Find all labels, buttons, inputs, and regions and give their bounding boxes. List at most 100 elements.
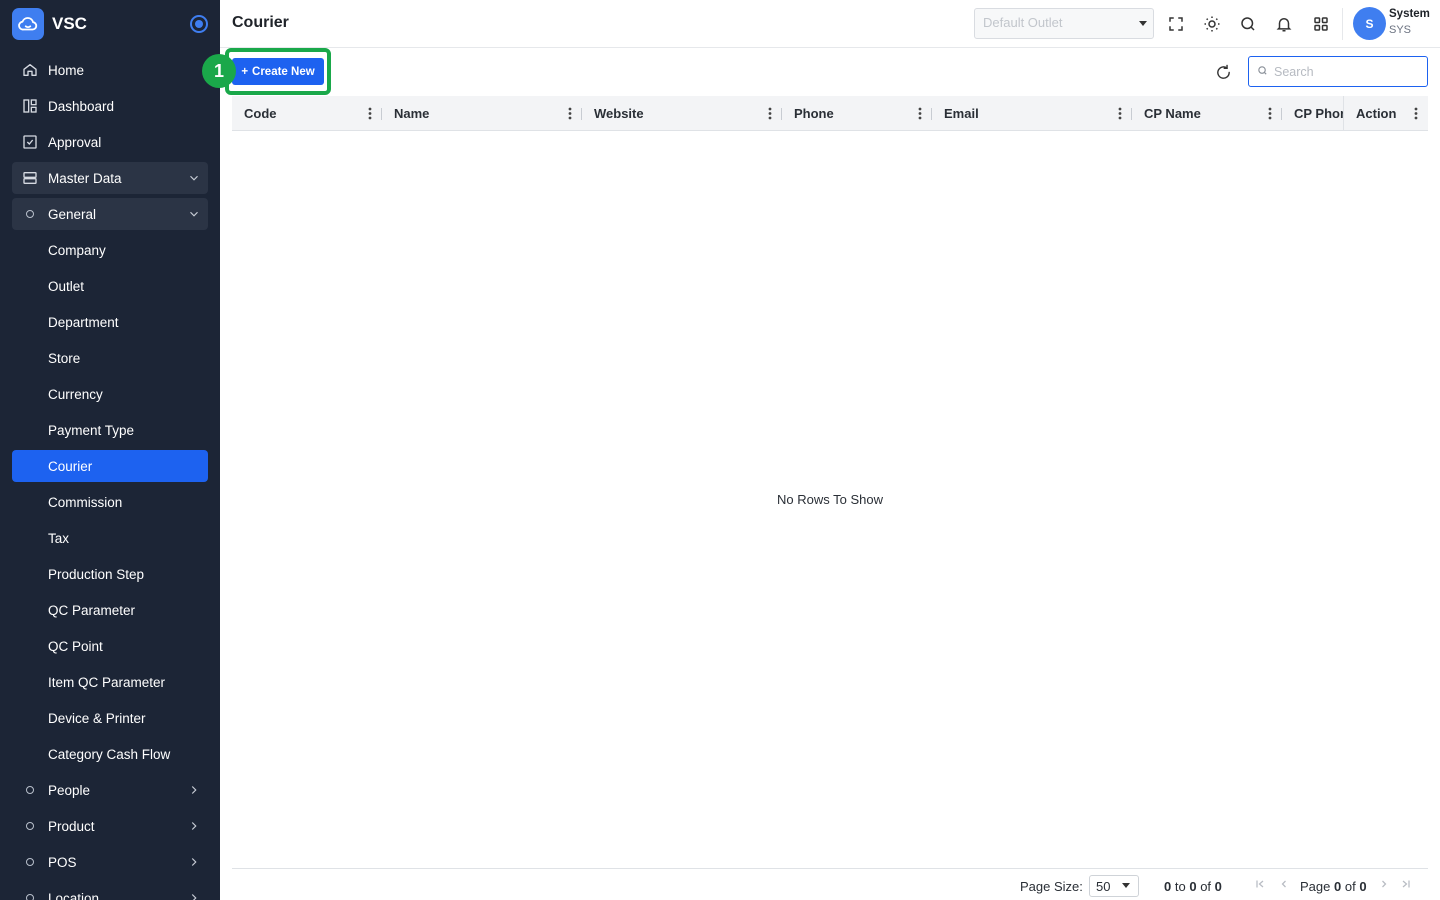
column-header-cp-name[interactable]: CP Name — [1132, 96, 1282, 130]
sidebar-item-label: Currency — [48, 386, 103, 402]
sidebar-toggle-icon[interactable] — [190, 15, 208, 33]
circle-icon — [12, 786, 48, 794]
outlet-select[interactable]: Default Outlet — [974, 8, 1154, 39]
search-input[interactable] — [1274, 64, 1414, 79]
sidebar-item-company[interactable]: Company — [12, 234, 208, 266]
sidebar-item-label: Courier — [48, 458, 93, 474]
sidebar-item-tax[interactable]: Tax — [12, 522, 208, 554]
last-page-icon[interactable] — [1400, 878, 1412, 893]
kebab-menu-icon[interactable] — [768, 107, 772, 123]
column-label: Email — [944, 106, 979, 121]
first-page-icon[interactable] — [1254, 878, 1266, 893]
range-of-word: of — [1200, 879, 1212, 894]
circle-icon — [12, 894, 48, 900]
sidebar-item-commission[interactable]: Commission — [12, 486, 208, 518]
column-header-name[interactable]: Name — [382, 96, 582, 130]
column-header-phone[interactable]: Phone — [782, 96, 932, 130]
kebab-menu-icon[interactable] — [568, 107, 572, 123]
circle-icon — [12, 822, 48, 830]
column-label: CP Phone — [1294, 106, 1344, 121]
kebab-menu-icon[interactable] — [1414, 107, 1418, 123]
fullscreen-icon[interactable] — [1165, 13, 1187, 35]
kebab-menu-icon[interactable] — [368, 107, 372, 123]
refresh-icon[interactable] — [1212, 61, 1234, 83]
sidebar-item-label: Outlet — [48, 278, 85, 294]
range-total: 0 — [1214, 879, 1222, 894]
sidebar-item-department[interactable]: Department — [12, 306, 208, 338]
sidebar-item-label: QC Parameter — [48, 602, 136, 618]
chevron-down-icon — [180, 207, 208, 221]
apps-grid-icon[interactable] — [1310, 13, 1332, 35]
sidebar-item-device-printer[interactable]: Device & Printer — [12, 702, 208, 734]
sidebar-item-dashboard[interactable]: Dashboard — [12, 90, 208, 122]
sidebar-item-label: Master Data — [48, 170, 122, 186]
column-header-email[interactable]: Email — [932, 96, 1132, 130]
bell-icon[interactable] — [1273, 13, 1295, 35]
search-icon — [1257, 63, 1268, 81]
sidebar-item-people[interactable]: People — [12, 774, 208, 806]
sidebar-item-label: Company — [48, 242, 106, 258]
sidebar-item-pos[interactable]: POS — [12, 846, 208, 878]
sidebar-item-label: Item QC Parameter — [48, 674, 166, 690]
kebab-menu-icon[interactable] — [1118, 107, 1122, 123]
sidebar-item-item-qc-parameter[interactable]: Item QC Parameter — [12, 666, 208, 698]
column-header-code[interactable]: Code — [232, 96, 382, 130]
sidebar-item-store[interactable]: Store — [12, 342, 208, 374]
app-name: VSC — [52, 14, 87, 33]
chevron-right-icon — [180, 783, 208, 797]
caret-down-icon — [1122, 883, 1130, 888]
sidebar-item-master-data[interactable]: Master Data — [12, 162, 208, 194]
column-header-cp-phone[interactable]: CP Phone — [1282, 96, 1344, 130]
search-field[interactable] — [1248, 56, 1428, 87]
range-to: 0 — [1189, 879, 1197, 894]
column-label: Website — [594, 106, 644, 121]
topbar: Courier Default Outlet S System SYS — [220, 0, 1440, 48]
sidebar-item-general[interactable]: General — [12, 198, 208, 230]
sidebar-item-home[interactable]: Home — [12, 54, 208, 86]
sidebar-item-qc-parameter[interactable]: QC Parameter — [12, 594, 208, 626]
create-new-button[interactable]: + Create New — [232, 58, 324, 85]
sidebar-item-outlet[interactable]: Outlet — [12, 270, 208, 302]
sidebar-item-location[interactable]: Location — [12, 882, 208, 900]
sidebar-item-qc-point[interactable]: QC Point — [12, 630, 208, 662]
column-label: Name — [394, 106, 430, 121]
range-from: 0 — [1164, 879, 1172, 894]
sidebar-item-label: Category Cash Flow — [48, 746, 171, 762]
page-size-label: Page Size: — [1020, 879, 1083, 894]
column-header-action[interactable]: Action — [1343, 96, 1428, 130]
kebab-menu-icon[interactable] — [918, 107, 922, 123]
sidebar-item-label: Commission — [48, 494, 123, 510]
prev-page-icon[interactable] — [1278, 878, 1290, 893]
plus-icon: + — [241, 65, 249, 78]
search-icon[interactable] — [1237, 13, 1259, 35]
row-range-summary: 0 to 0 of 0 — [1164, 879, 1222, 894]
cloud-logo-icon — [12, 8, 44, 40]
sidebar-item-courier[interactable]: Courier — [12, 450, 208, 482]
sidebar-item-label: POS — [48, 854, 77, 870]
sidebar-item-label: People — [48, 782, 91, 798]
kebab-menu-icon[interactable] — [1268, 107, 1272, 123]
grid-header: Code Name Website Phone Email CP Name CP… — [232, 96, 1428, 131]
sun-icon[interactable] — [1201, 13, 1223, 35]
sidebar-item-currency[interactable]: Currency — [12, 378, 208, 410]
avatar[interactable]: S — [1353, 7, 1386, 40]
sidebar-item-label: Tax — [48, 530, 70, 546]
chevron-down-icon — [180, 171, 208, 185]
caret-down-icon — [1139, 21, 1147, 26]
chevron-right-icon — [180, 855, 208, 869]
next-page-icon[interactable] — [1378, 878, 1390, 893]
brand: VSC — [12, 8, 208, 40]
page-of-word: of — [1344, 879, 1356, 894]
column-header-website[interactable]: Website — [582, 96, 782, 130]
sidebar-item-label: Production Step — [48, 566, 145, 582]
sidebar-item-product[interactable]: Product — [12, 810, 208, 842]
page-size-select[interactable]: 50 — [1089, 875, 1139, 897]
sidebar-item-production-step[interactable]: Production Step — [12, 558, 208, 590]
outlet-select-placeholder: Default Outlet — [983, 15, 1063, 30]
sidebar-item-label: QC Point — [48, 638, 103, 654]
checkbox-icon — [12, 134, 48, 150]
column-label: Phone — [794, 106, 834, 121]
sidebar-item-payment-type[interactable]: Payment Type — [12, 414, 208, 446]
sidebar-item-approval[interactable]: Approval — [12, 126, 208, 158]
sidebar-item-category-cash-flow[interactable]: Category Cash Flow — [12, 738, 208, 770]
